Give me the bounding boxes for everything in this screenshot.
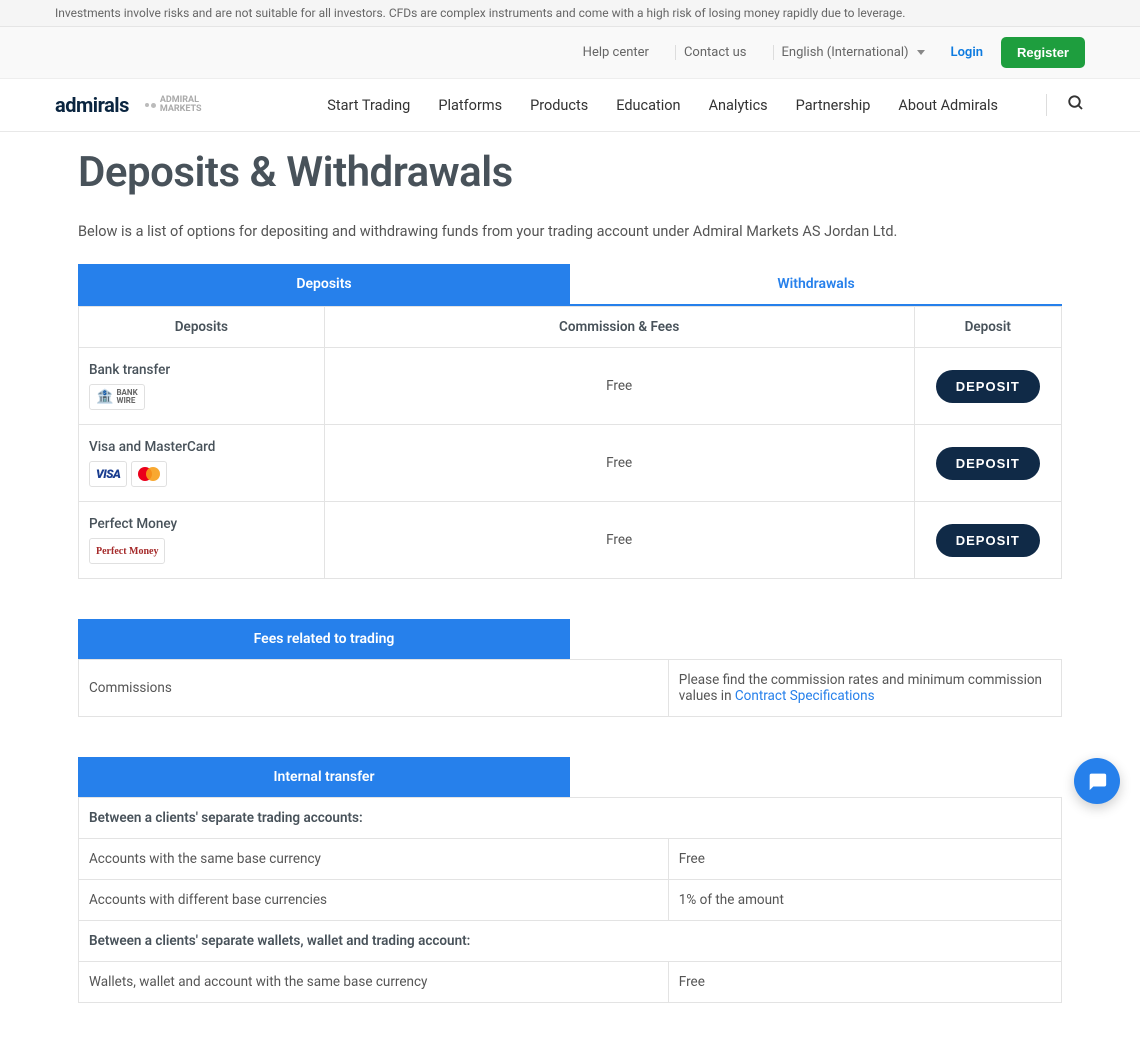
fee-cell: Free [324,502,914,579]
mastercard-icon [131,461,167,487]
search-icon [1067,94,1085,112]
method-name: Visa and MasterCard [89,439,314,455]
fee-cell: Free [324,425,914,502]
table-row: Between a clients' separate trading acco… [79,798,1062,839]
tab-withdrawals[interactable]: Withdrawals [570,264,1062,304]
deposit-button[interactable]: DEPOSIT [936,524,1040,557]
top-bar: Help center Contact us English (Internat… [0,27,1140,79]
tabs: Deposits Withdrawals [78,264,1062,306]
nav-products[interactable]: Products [530,97,588,114]
deposits-table: Deposits Commission & Fees Deposit Bank … [78,306,1062,579]
nav-education[interactable]: Education [616,97,680,114]
th-deposits: Deposits [79,307,325,348]
main-nav: admirals ADMIRAL MARKETS Start Trading P… [0,79,1140,132]
table-row: Accounts with different base currencies … [79,880,1062,921]
nav-platforms[interactable]: Platforms [438,97,502,114]
commissions-value: Please find the commission rates and min… [668,660,1061,717]
fee-cell: Free [324,348,914,425]
visa-icon: VISA [89,461,127,487]
internal-transfer-header: Internal transfer [78,757,570,797]
page-content: Deposits & Withdrawals Below is a list o… [0,132,1140,1043]
table-row: Wallets, wallet and account with the sam… [79,962,1062,1003]
perfect-money-icon: Perfect Money [89,538,165,564]
deposit-button[interactable]: DEPOSIT [936,447,1040,480]
th-deposit: Deposit [914,307,1061,348]
commissions-label: Commissions [79,660,669,717]
table-row: Between a clients' separate wallets, wal… [79,921,1062,962]
tab-deposits[interactable]: Deposits [78,264,570,304]
page-title: Deposits & Withdrawals [78,148,1062,197]
risk-warning-bar: Investments involve risks and are not su… [0,0,1140,27]
table-row: Bank transfer 🏦 BANK WIRE Free DEPOSIT [79,348,1062,425]
nav-start-trading[interactable]: Start Trading [327,97,410,114]
login-link[interactable]: Login [951,45,983,60]
nav-about[interactable]: About Admirals [898,97,998,114]
chat-icon [1086,770,1108,792]
help-center-link[interactable]: Help center [575,45,657,60]
contract-specs-link[interactable]: Contract Specifications [735,688,875,704]
chat-widget[interactable] [1074,758,1120,804]
table-row: Visa and MasterCard VISA Free DEPOSIT [79,425,1062,502]
risk-warning-text: Investments involve risks and are not su… [55,6,905,20]
nav-analytics[interactable]: Analytics [709,97,768,114]
method-name: Bank transfer [89,362,314,378]
fees-table: Commissions Please find the commission r… [78,659,1062,717]
search-button[interactable] [1046,94,1085,116]
sub-brand-logo: ADMIRAL MARKETS [145,96,202,114]
fees-section-header: Fees related to trading [78,619,570,659]
chevron-down-icon [917,50,925,55]
table-row: Perfect Money Perfect Money Free DEPOSIT [79,502,1062,579]
table-row: Accounts with the same base currency Fre… [79,839,1062,880]
register-button[interactable]: Register [1001,37,1085,68]
internal-transfer-table: Between a clients' separate trading acco… [78,797,1062,1003]
language-selector[interactable]: English (International) [773,45,933,60]
nav-links: Start Trading Platforms Products Educati… [327,94,1085,116]
bank-wire-icon: 🏦 BANK WIRE [89,384,145,410]
intro-text: Below is a list of options for depositin… [78,223,1062,240]
th-commission: Commission & Fees [324,307,914,348]
method-name: Perfect Money [89,516,314,532]
deposit-button[interactable]: DEPOSIT [936,370,1040,403]
nav-partnership[interactable]: Partnership [796,97,871,114]
contact-us-link[interactable]: Contact us [675,45,755,60]
language-label: English (International) [782,45,909,60]
logo-area[interactable]: admirals ADMIRAL MARKETS [55,93,202,117]
brand-logo: admirals [55,93,129,117]
